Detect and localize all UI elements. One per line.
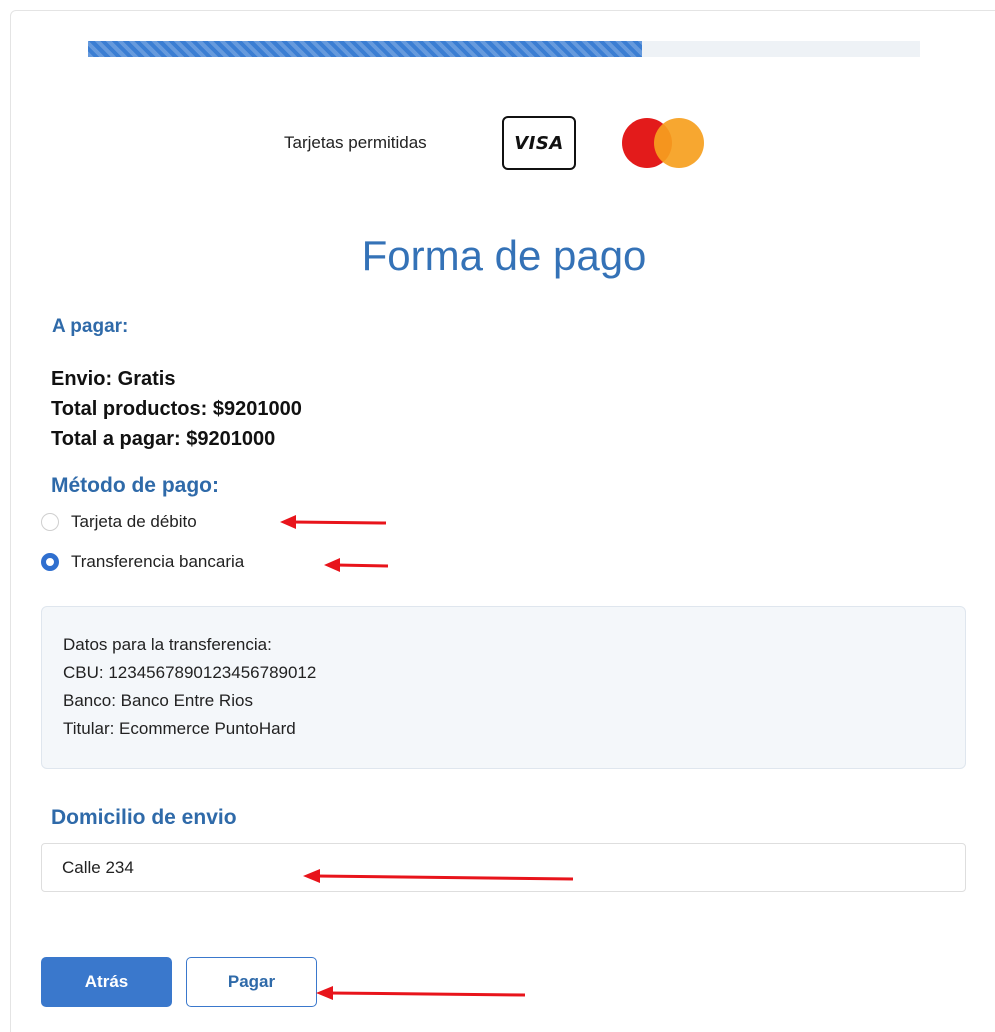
- payment-summary: Envio: Gratis Total productos: $9201000 …: [51, 364, 302, 454]
- checkout-progress-bar: [88, 41, 920, 57]
- pay-button[interactable]: Pagar: [186, 957, 317, 1007]
- payment-option-debit-card[interactable]: Tarjeta de débito: [41, 512, 197, 532]
- shipping-address-heading: Domicilio de envio: [51, 806, 237, 829]
- bank-transfer-label: Transferencia bancaria: [71, 552, 245, 571]
- transfer-cbu: CBU: 1234567890123456789012: [63, 663, 317, 682]
- transfer-holder: Titular: Ecommerce PuntoHard: [63, 719, 296, 738]
- transfer-info-box: Datos para la transferencia: CBU: 123456…: [41, 606, 966, 769]
- debit-card-label: Tarjeta de débito: [71, 512, 197, 531]
- transfer-bank: Banco: Banco Entre Rios: [63, 691, 253, 710]
- grand-total: Total a pagar: $9201000: [51, 428, 276, 450]
- payment-method-heading: Método de pago:: [51, 474, 219, 497]
- back-button[interactable]: Atrás: [41, 957, 172, 1007]
- shipping-cost: Envio: Gratis: [51, 368, 176, 390]
- allowed-cards-label: Tarjetas permitidas: [284, 133, 427, 152]
- shipping-address-input[interactable]: [41, 843, 966, 892]
- debit-card-radio[interactable]: [41, 513, 59, 531]
- mastercard-icon: [622, 118, 704, 168]
- transfer-info-title: Datos para la transferencia:: [63, 635, 272, 654]
- checkout-progress-fill: [88, 41, 643, 57]
- payment-option-bank-transfer[interactable]: Transferencia bancaria: [41, 552, 244, 572]
- amount-due-heading: A pagar:: [52, 316, 129, 337]
- visa-icon: VISA: [502, 116, 576, 170]
- page-title: Forma de pago: [361, 232, 647, 279]
- bank-transfer-radio[interactable]: [41, 553, 59, 571]
- allowed-cards: Tarjetas permitidas VISA: [284, 116, 704, 170]
- products-total: Total productos: $9201000: [51, 398, 302, 420]
